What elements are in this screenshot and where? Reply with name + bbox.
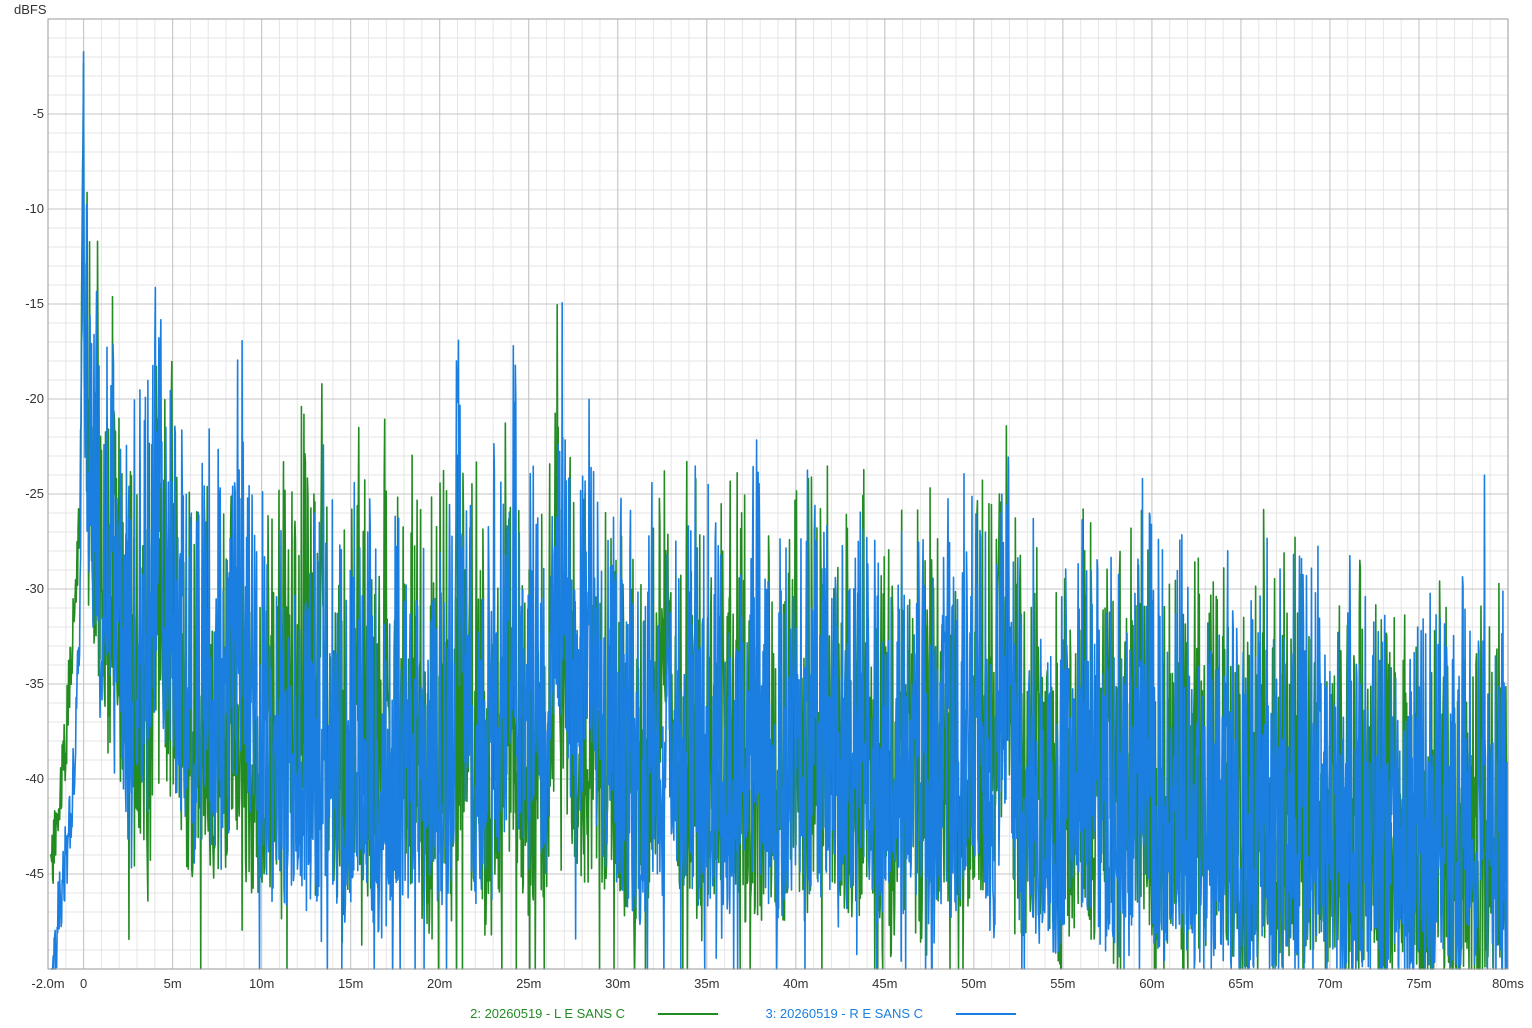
x-tick-label: 5m [164, 976, 182, 991]
y-tick-label: -30 [25, 581, 44, 596]
y-tick-label: -20 [25, 391, 44, 406]
x-tick-label: 35m [694, 976, 719, 991]
x-tick-label: 65m [1228, 976, 1253, 991]
x-tick-label: 60m [1139, 976, 1164, 991]
impulse-response-chart: -2.0m 0 5m 10m 15m 20m 25m 30m 35m 40m 45m 50m 55m 60… [14, 2, 1524, 1021]
x-tick-label: 45m [872, 976, 897, 991]
y-axis-unit-label: dBFS [14, 2, 47, 17]
x-tick-label: 75m [1406, 976, 1431, 991]
y-tick-label: -45 [25, 866, 44, 881]
chart-stage: -2.0m 0 5m 10m 15m 20m 25m 30m 35m 40m 45m 50m 55m 60… [0, 0, 1532, 1028]
x-tick-label: 70m [1317, 976, 1342, 991]
x-tick-label: 40m [783, 976, 808, 991]
legend-label-2: 3: 20260519 - R E SANS C [765, 1006, 923, 1021]
x-tick-label: 55m [1050, 976, 1075, 991]
x-tick-label: 80ms [1492, 976, 1524, 991]
y-tick-label: -10 [25, 201, 44, 216]
x-tick-label: 0 [80, 976, 87, 991]
x-tick-label: 25m [516, 976, 541, 991]
x-tick-label: 50m [961, 976, 986, 991]
y-tick-label: -25 [25, 486, 44, 501]
y-tick-label: -40 [25, 771, 44, 786]
legend: 2: 20260519 - L E SANS C 3: 20260519 - R … [470, 1006, 1016, 1021]
x-tick-label: 15m [338, 976, 363, 991]
series-line-2 [50, 50, 1509, 970]
legend-label-1: 2: 20260519 - L E SANS C [470, 1006, 625, 1021]
series-layer [49, 50, 1509, 970]
x-tick-label: 10m [249, 976, 274, 991]
x-tick-label: 30m [605, 976, 630, 991]
x-tick-label: 20m [427, 976, 452, 991]
y-tick-label: -15 [25, 296, 44, 311]
y-tick-label: -5 [32, 106, 44, 121]
x-tick-label: -2.0m [31, 976, 64, 991]
y-tick-label: -35 [25, 676, 44, 691]
